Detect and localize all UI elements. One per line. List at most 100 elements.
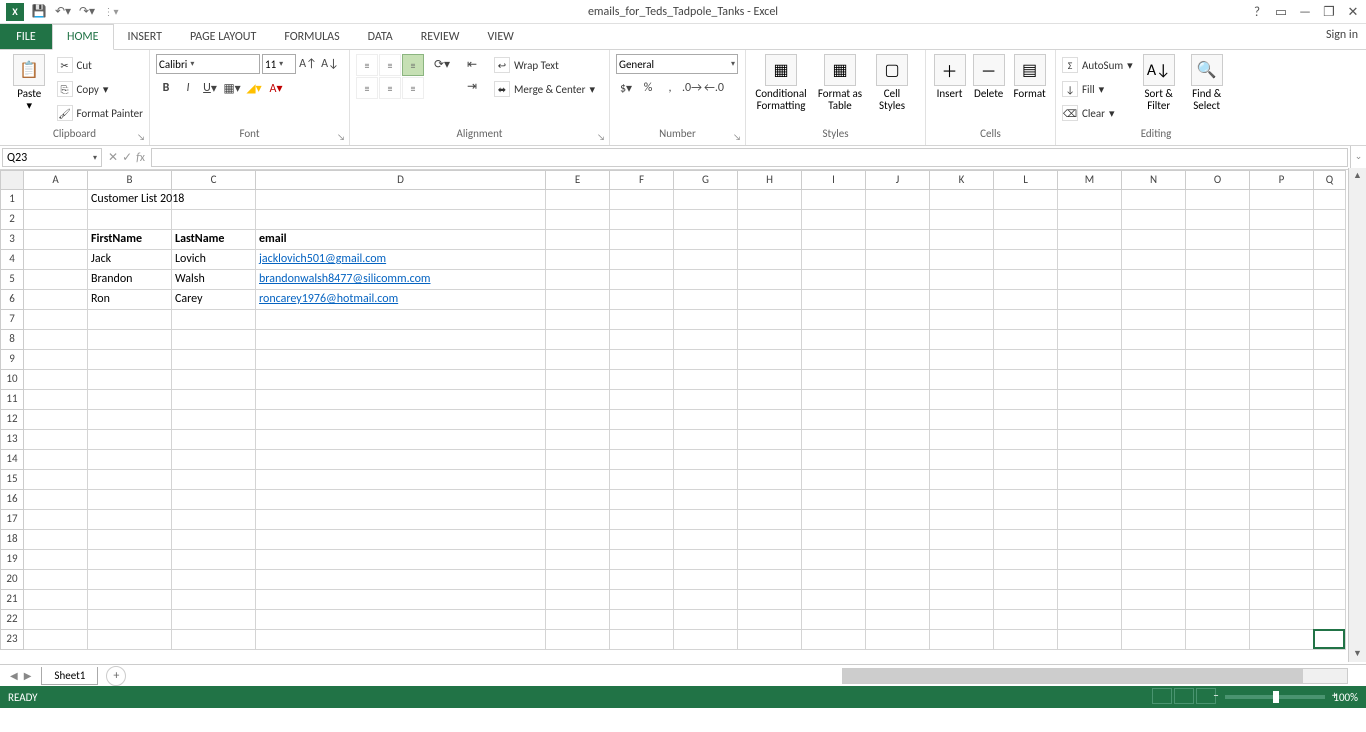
cell-M14[interactable] xyxy=(1058,450,1122,470)
cell-G22[interactable] xyxy=(674,610,738,630)
horizontal-scrollbar[interactable] xyxy=(842,668,1348,684)
cell-B15[interactable] xyxy=(88,470,172,490)
cell-M5[interactable] xyxy=(1058,270,1122,290)
cell-H3[interactable] xyxy=(738,230,802,250)
cell-N18[interactable] xyxy=(1122,530,1186,550)
cell-M1[interactable] xyxy=(1058,190,1122,210)
cell-I3[interactable] xyxy=(802,230,866,250)
align-top-right[interactable]: ≡ xyxy=(402,54,424,76)
cell-P14[interactable] xyxy=(1250,450,1314,470)
align-bottom-center[interactable]: ≡ xyxy=(379,77,401,99)
find-select-button[interactable]: 🔍Find & Select xyxy=(1185,54,1229,112)
row-header-14[interactable]: 14 xyxy=(0,450,24,470)
cell-O19[interactable] xyxy=(1186,550,1250,570)
cell-A13[interactable] xyxy=(24,430,88,450)
cell-K20[interactable] xyxy=(930,570,994,590)
cell-N21[interactable] xyxy=(1122,590,1186,610)
cell-H19[interactable] xyxy=(738,550,802,570)
cell-P12[interactable] xyxy=(1250,410,1314,430)
cell-G15[interactable] xyxy=(674,470,738,490)
cell-D23[interactable] xyxy=(256,630,546,650)
cell-H10[interactable] xyxy=(738,370,802,390)
cell-H6[interactable] xyxy=(738,290,802,310)
tab-view[interactable]: VIEW xyxy=(473,24,527,49)
cell-F21[interactable] xyxy=(610,590,674,610)
cell-I9[interactable] xyxy=(802,350,866,370)
format-painter-button[interactable]: 🖌Format Painter xyxy=(57,102,143,124)
cell-L15[interactable] xyxy=(994,470,1058,490)
cell-O5[interactable] xyxy=(1186,270,1250,290)
cell-F2[interactable] xyxy=(610,210,674,230)
cell-H14[interactable] xyxy=(738,450,802,470)
minimize-icon[interactable]: — xyxy=(1296,5,1314,20)
cell-C6[interactable]: Carey xyxy=(172,290,256,310)
font-launcher-icon[interactable]: ↘ xyxy=(337,132,345,143)
paste-button[interactable]: 📋 Paste▾ xyxy=(6,54,53,112)
cell-M4[interactable] xyxy=(1058,250,1122,270)
cell-I21[interactable] xyxy=(802,590,866,610)
cell-H21[interactable] xyxy=(738,590,802,610)
cell-A21[interactable] xyxy=(24,590,88,610)
cell-L10[interactable] xyxy=(994,370,1058,390)
cell-A20[interactable] xyxy=(24,570,88,590)
cell-M15[interactable] xyxy=(1058,470,1122,490)
cell-Q22[interactable] xyxy=(1314,610,1346,630)
cell-C20[interactable] xyxy=(172,570,256,590)
font-color-button[interactable]: A▾ xyxy=(266,78,286,98)
cell-P22[interactable] xyxy=(1250,610,1314,630)
cell-Q10[interactable] xyxy=(1314,370,1346,390)
cell-K2[interactable] xyxy=(930,210,994,230)
cell-H18[interactable] xyxy=(738,530,802,550)
cell-F20[interactable] xyxy=(610,570,674,590)
cell-M18[interactable] xyxy=(1058,530,1122,550)
cell-F1[interactable] xyxy=(610,190,674,210)
row-header-23[interactable]: 23 xyxy=(0,630,24,650)
cell-L23[interactable] xyxy=(994,630,1058,650)
tab-file[interactable]: FILE xyxy=(0,24,52,49)
cell-E7[interactable] xyxy=(546,310,610,330)
cell-A6[interactable] xyxy=(24,290,88,310)
cell-M23[interactable] xyxy=(1058,630,1122,650)
cell-G21[interactable] xyxy=(674,590,738,610)
cell-L16[interactable] xyxy=(994,490,1058,510)
cell-G1[interactable] xyxy=(674,190,738,210)
cell-D14[interactable] xyxy=(256,450,546,470)
cell-E3[interactable] xyxy=(546,230,610,250)
redo-icon[interactable]: ↷▾ xyxy=(76,2,98,22)
cell-A7[interactable] xyxy=(24,310,88,330)
cell-C18[interactable] xyxy=(172,530,256,550)
cell-G20[interactable] xyxy=(674,570,738,590)
cell-I12[interactable] xyxy=(802,410,866,430)
cell-A18[interactable] xyxy=(24,530,88,550)
number-launcher-icon[interactable]: ↘ xyxy=(733,132,741,143)
cell-D15[interactable] xyxy=(256,470,546,490)
cell-N22[interactable] xyxy=(1122,610,1186,630)
column-header-F[interactable]: F xyxy=(610,170,674,190)
cell-I15[interactable] xyxy=(802,470,866,490)
cell-L3[interactable] xyxy=(994,230,1058,250)
cell-B1[interactable]: Customer List 2018 xyxy=(88,190,172,210)
column-header-D[interactable]: D xyxy=(256,170,546,190)
row-header-5[interactable]: 5 xyxy=(0,270,24,290)
cell-K19[interactable] xyxy=(930,550,994,570)
cell-O2[interactable] xyxy=(1186,210,1250,230)
cell-M19[interactable] xyxy=(1058,550,1122,570)
cell-K14[interactable] xyxy=(930,450,994,470)
cell-A1[interactable] xyxy=(24,190,88,210)
cell-B17[interactable] xyxy=(88,510,172,530)
cell-G3[interactable] xyxy=(674,230,738,250)
close-icon[interactable]: ✕ xyxy=(1344,5,1362,20)
cell-H8[interactable] xyxy=(738,330,802,350)
cell-K5[interactable] xyxy=(930,270,994,290)
cell-E8[interactable] xyxy=(546,330,610,350)
cell-C16[interactable] xyxy=(172,490,256,510)
formula-input[interactable] xyxy=(151,148,1348,167)
underline-button[interactable]: U ▾ xyxy=(200,78,220,98)
cell-F15[interactable] xyxy=(610,470,674,490)
cell-M6[interactable] xyxy=(1058,290,1122,310)
cell-N14[interactable] xyxy=(1122,450,1186,470)
row-header-19[interactable]: 19 xyxy=(0,550,24,570)
row-header-21[interactable]: 21 xyxy=(0,590,24,610)
cell-D4[interactable]: jacklovich501@gmail.com xyxy=(256,250,546,270)
cell-A15[interactable] xyxy=(24,470,88,490)
